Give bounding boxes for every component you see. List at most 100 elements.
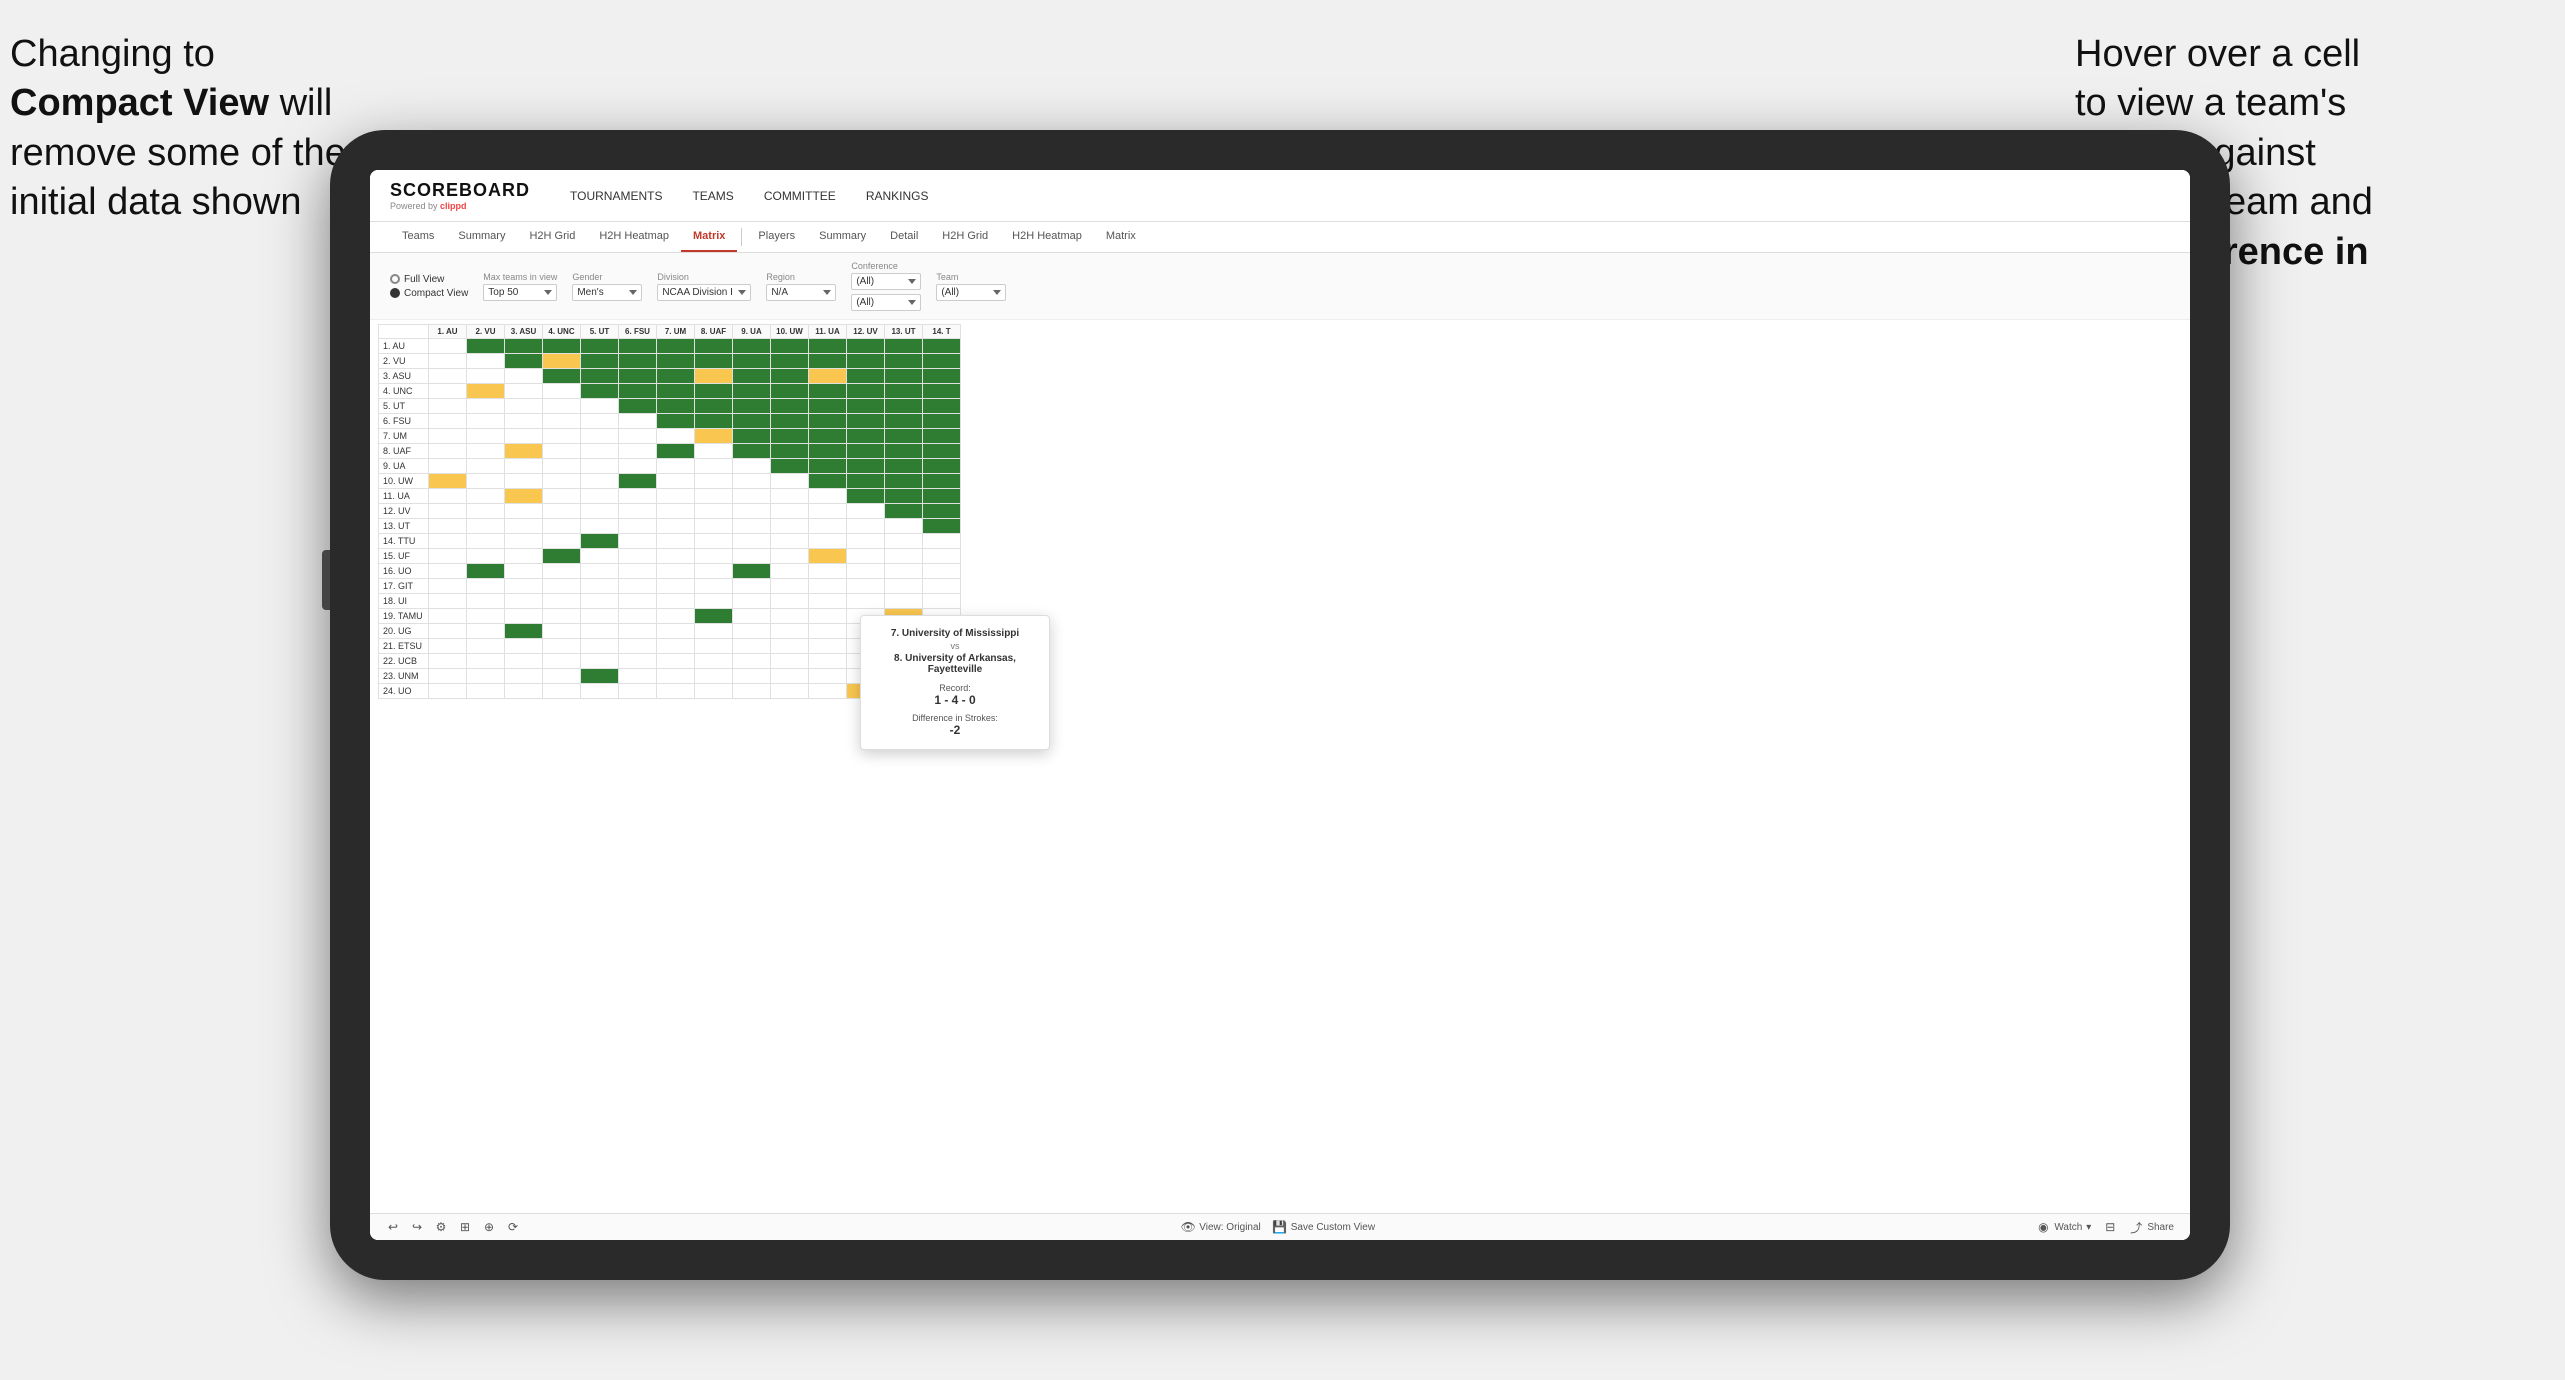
matrix-cell[interactable]: [733, 504, 771, 519]
matrix-cell[interactable]: [505, 369, 543, 384]
share-button[interactable]: ⤴ Share: [2129, 1220, 2174, 1234]
matrix-cell[interactable]: [505, 429, 543, 444]
matrix-cell[interactable]: [847, 414, 885, 429]
matrix-cell[interactable]: [657, 504, 695, 519]
matrix-cell[interactable]: [543, 429, 581, 444]
matrix-cell[interactable]: [657, 564, 695, 579]
matrix-cell[interactable]: [429, 669, 467, 684]
nav-committee[interactable]: COMMITTEE: [764, 189, 836, 203]
matrix-cell[interactable]: [581, 384, 619, 399]
matrix-cell[interactable]: [771, 579, 809, 594]
matrix-cell[interactable]: [657, 399, 695, 414]
matrix-cell[interactable]: [695, 489, 733, 504]
matrix-cell[interactable]: [771, 639, 809, 654]
matrix-cell[interactable]: [543, 354, 581, 369]
matrix-cell[interactable]: [923, 519, 961, 534]
division-select[interactable]: NCAA Division I: [657, 284, 751, 301]
matrix-cell[interactable]: [885, 369, 923, 384]
matrix-cell[interactable]: [619, 354, 657, 369]
matrix-cell[interactable]: [467, 594, 505, 609]
matrix-cell[interactable]: [695, 639, 733, 654]
matrix-cell[interactable]: [619, 684, 657, 699]
matrix-cell[interactable]: [923, 354, 961, 369]
matrix-cell[interactable]: [733, 564, 771, 579]
matrix-cell[interactable]: [733, 549, 771, 564]
matrix-cell[interactable]: [847, 549, 885, 564]
matrix-cell[interactable]: [429, 624, 467, 639]
matrix-cell[interactable]: [695, 624, 733, 639]
matrix-cell[interactable]: [885, 504, 923, 519]
subnav-detail[interactable]: Detail: [878, 222, 930, 252]
view-original-button[interactable]: 👁 View: Original: [1181, 1220, 1261, 1234]
matrix-cell[interactable]: [543, 519, 581, 534]
matrix-cell[interactable]: [429, 639, 467, 654]
matrix-cell[interactable]: [809, 384, 847, 399]
matrix-cell[interactable]: [809, 579, 847, 594]
matrix-cell[interactable]: [505, 609, 543, 624]
matrix-cell[interactable]: [923, 399, 961, 414]
matrix-cell[interactable]: [543, 444, 581, 459]
matrix-cell[interactable]: [505, 624, 543, 639]
matrix-cell[interactable]: [733, 639, 771, 654]
subnav-h2hgrid1[interactable]: H2H Grid: [517, 222, 587, 252]
matrix-cell[interactable]: [695, 504, 733, 519]
matrix-cell[interactable]: [429, 489, 467, 504]
matrix-cell[interactable]: [581, 519, 619, 534]
matrix-cell[interactable]: [809, 594, 847, 609]
compact-view-option[interactable]: Compact View: [390, 288, 468, 299]
matrix-cell[interactable]: [771, 504, 809, 519]
matrix-cell[interactable]: [771, 519, 809, 534]
matrix-cell[interactable]: [847, 594, 885, 609]
matrix-cell[interactable]: [657, 579, 695, 594]
save-custom-button[interactable]: 💾 Save Custom View: [1273, 1220, 1375, 1234]
matrix-cell[interactable]: [771, 684, 809, 699]
matrix-cell[interactable]: [429, 549, 467, 564]
matrix-cell[interactable]: [809, 414, 847, 429]
matrix-cell[interactable]: [581, 669, 619, 684]
matrix-cell[interactable]: [923, 534, 961, 549]
matrix-cell[interactable]: [695, 369, 733, 384]
matrix-cell[interactable]: [733, 339, 771, 354]
matrix-cell[interactable]: [885, 339, 923, 354]
matrix-cell[interactable]: [695, 684, 733, 699]
matrix-cell[interactable]: [923, 549, 961, 564]
matrix-cell[interactable]: [657, 444, 695, 459]
matrix-cell[interactable]: [429, 399, 467, 414]
matrix-cell[interactable]: [543, 459, 581, 474]
full-view-option[interactable]: Full View: [390, 274, 468, 285]
matrix-cell[interactable]: [619, 594, 657, 609]
matrix-cell[interactable]: [847, 444, 885, 459]
matrix-cell[interactable]: [619, 669, 657, 684]
matrix-cell[interactable]: [505, 444, 543, 459]
matrix-cell[interactable]: [581, 414, 619, 429]
matrix-cell[interactable]: [581, 684, 619, 699]
matrix-cell[interactable]: [809, 684, 847, 699]
matrix-cell[interactable]: [923, 564, 961, 579]
matrix-cell[interactable]: [885, 549, 923, 564]
matrix-cell[interactable]: [619, 459, 657, 474]
matrix-cell[interactable]: [429, 384, 467, 399]
matrix-cell[interactable]: [847, 384, 885, 399]
matrix-cell[interactable]: [695, 609, 733, 624]
matrix-cell[interactable]: [885, 564, 923, 579]
matrix-cell[interactable]: [581, 429, 619, 444]
matrix-cell[interactable]: [467, 474, 505, 489]
matrix-cell[interactable]: [505, 474, 543, 489]
matrix-cell[interactable]: [847, 429, 885, 444]
matrix-cell[interactable]: [543, 489, 581, 504]
matrix-cell[interactable]: [809, 339, 847, 354]
matrix-cell[interactable]: [923, 579, 961, 594]
refresh-button[interactable]: ⟳: [506, 1220, 520, 1234]
matrix-cell[interactable]: [847, 564, 885, 579]
matrix-cell[interactable]: [543, 684, 581, 699]
matrix-cell[interactable]: [543, 339, 581, 354]
matrix-cell[interactable]: [429, 339, 467, 354]
matrix-cell[interactable]: [847, 534, 885, 549]
matrix-cell[interactable]: [543, 654, 581, 669]
max-teams-select[interactable]: Top 50: [483, 284, 557, 301]
matrix-cell[interactable]: [771, 624, 809, 639]
matrix-cell[interactable]: [429, 504, 467, 519]
matrix-cell[interactable]: [657, 474, 695, 489]
subnav-h2hheatmap2[interactable]: H2H Heatmap: [1000, 222, 1094, 252]
matrix-cell[interactable]: [543, 369, 581, 384]
